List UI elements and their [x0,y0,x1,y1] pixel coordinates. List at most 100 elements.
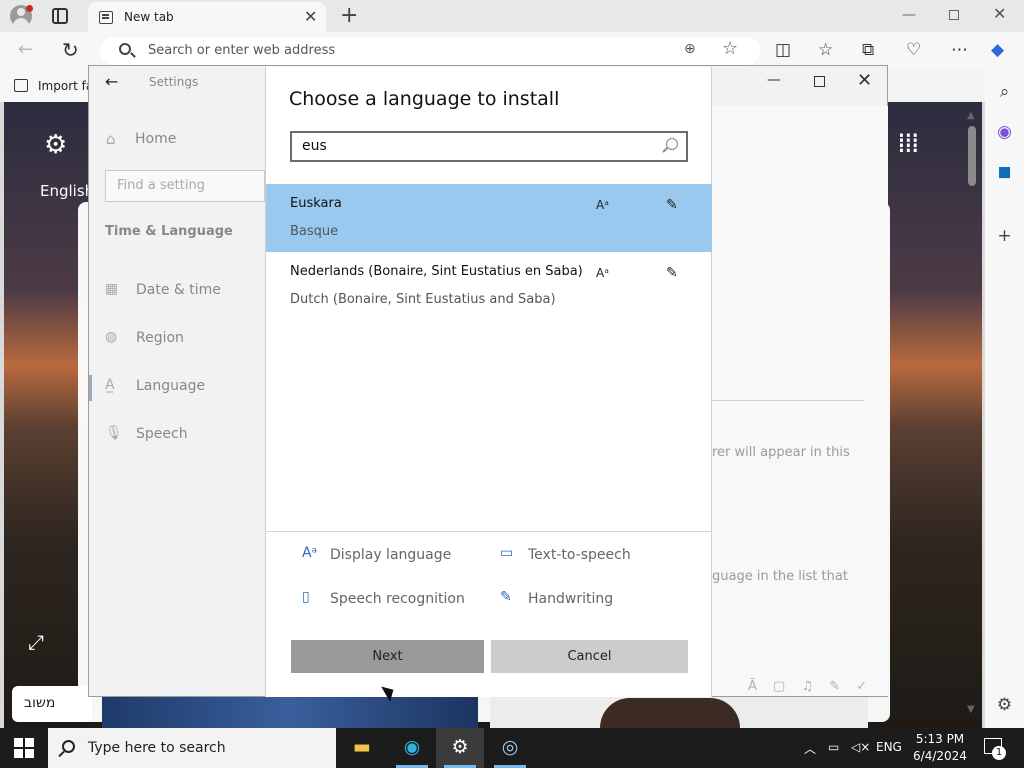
steam-icon: ◎ [501,736,519,758]
window-restore-button[interactable] [949,10,959,20]
notification-count-badge: 1 [992,746,1006,760]
settings-maximize-button[interactable] [814,76,825,87]
split-screen-icon[interactable]: ◫ [775,40,791,60]
language-name: Euskara [290,196,342,211]
taskbar-clock[interactable]: 5:13 PM 6/4/2024 [910,731,970,765]
settings-minimize-button[interactable]: — [767,72,781,88]
volume-muted-icon[interactable]: ◁× [851,740,870,754]
language-english-name: Basque [290,224,339,239]
tab-new-tab[interactable]: New tab ✕ [88,2,326,32]
sidebar-add-icon[interactable]: + [985,226,1024,246]
edge-sidebar: ⌕ ◉ ◼ + ⚙ [985,70,1024,728]
edge-icon: ◉ [403,736,421,758]
settings-nav-pane: ← Settings ⌂ Home Find a setting Time & … [89,66,265,696]
more-menu-icon[interactable]: ⋯ [951,40,968,60]
settings-content-pane: rer will appear in this guage in the lis… [712,106,888,696]
globe-icon: ◍ [105,329,118,345]
nav-item-label: Date & time [136,282,221,298]
feature-label: Handwriting [528,591,614,607]
microphone-icon: ▯ [302,589,310,605]
display-language-icon: Aᵃ [596,266,609,280]
settings-back-arrow-icon[interactable]: ← [105,72,118,91]
page-scrollbar[interactable]: ▲ ▼ [963,110,981,720]
new-tab-plus-icon[interactable]: + [340,3,358,28]
show-hidden-icons-chevron-icon[interactable]: ︿ [804,740,816,757]
language-icon: A̲ [105,377,115,393]
search-icon [666,138,678,150]
taskbar-settings[interactable]: ⚙ [436,728,484,768]
favorite-star-icon[interactable]: ☆ [722,38,738,59]
browser-tab-bar: New tab ✕ + — ✕ [0,0,1024,32]
taskbar-steam[interactable]: ◎ [486,728,534,768]
scroll-up-arrow-icon[interactable]: ▲ [967,110,975,121]
nav-item-region[interactable]: ◍ Region [105,327,265,353]
address-placeholder: Search or enter web address [148,43,336,58]
settings-close-button[interactable]: ✕ [857,70,872,91]
nav-item-speech[interactable]: 🎙︎ Speech [105,423,265,449]
nav-item-date-time[interactable]: ▦ Date & time [105,279,265,305]
feedback-label: משוב [24,695,56,711]
taskbar-file-explorer[interactable]: ▬ [338,728,386,768]
calendar-icon: ▦ [105,281,119,297]
language-name: Nederlands (Bonaire, Sint Eustatius en S… [290,264,583,279]
language-option-nederlands[interactable]: Nederlands (Bonaire, Sint Eustatius en S… [266,252,712,320]
profile-status-dot [26,5,33,12]
input-language-indicator[interactable]: ENG [876,740,902,754]
copilot-icon[interactable]: ◆ [991,40,1004,60]
search-icon [119,43,131,55]
windows-taskbar: Type here to search ▬ ◉ ⚙ ◎ ︿ ▭ ◁× ENG 5… [0,728,1024,768]
choose-language-dialog: Choose a language to install eus Euskara… [265,67,712,697]
collections-icon[interactable]: ⧉ [862,40,874,60]
nav-item-language[interactable]: A̲ Language [105,375,265,401]
cancel-button[interactable]: Cancel [491,640,688,673]
close-tab-icon[interactable]: ✕ [304,7,317,26]
settings-title: Settings [149,75,199,89]
nav-item-label: Language [136,378,206,394]
scroll-thumb[interactable] [968,126,976,186]
address-bar[interactable]: Search or enter web address ⊕ ☆ [100,37,760,65]
favorites-icon[interactable]: ☆ [818,40,833,60]
page-settings-gear-icon[interactable]: ⚙ [44,130,67,160]
taskbar-search-placeholder: Type here to search [88,740,226,756]
expand-icon[interactable]: ⤢ [28,630,44,654]
sidebar-settings-gear-icon[interactable]: ⚙ [985,695,1024,715]
language-feature-icons: Ā ▢ ♫ ✎ ✓ [748,679,874,694]
sidebar-copilot-icon[interactable]: ◉ [985,122,1024,142]
scroll-down-arrow-icon[interactable]: ▼ [967,704,975,715]
taskbar-search-box[interactable]: Type here to search [48,728,336,768]
search-icon [62,740,75,753]
handwriting-icon: ✎ [666,197,678,213]
tab-title: New tab [124,10,174,24]
news-photo-person [600,698,740,728]
find-setting-input[interactable]: Find a setting [105,170,265,202]
window-close-button[interactable]: ✕ [993,4,1006,23]
display-language-icon: Aᵃ [302,545,318,561]
settings-gear-icon: ⚙ [451,736,469,758]
feature-label: Text-to-speech [528,547,631,563]
import-favorites-link[interactable]: Import fa [38,79,93,93]
performance-icon[interactable]: ♡ [906,40,921,60]
page-language-label: English [40,182,95,200]
feedback-button[interactable]: משוב [12,686,92,722]
back-arrow-icon[interactable]: ← [18,39,33,60]
next-button[interactable]: Next [291,640,484,673]
display-language-icon: Aᵃ [596,198,609,212]
language-option-euskara[interactable]: Euskara Basque Aᵃ ✎ [266,184,712,252]
start-button[interactable] [14,738,34,758]
nav-item-label: Region [136,330,184,346]
settings-section-title: Time & Language [105,224,233,239]
window-minimize-button[interactable]: — [902,7,916,23]
news-card-image[interactable] [102,694,478,728]
tab-actions-icon[interactable] [52,8,68,24]
taskbar-edge[interactable]: ◉ [388,728,436,768]
language-search-input[interactable]: eus [290,131,688,162]
settings-home-link[interactable]: Home [135,131,176,147]
sidebar-search-icon[interactable]: ⌕ [985,82,1024,102]
text-to-speech-icon: ▭ [500,545,514,561]
sidebar-outlook-icon[interactable]: ◼ [985,162,1024,182]
refresh-icon[interactable]: ↻ [62,38,79,62]
network-icon[interactable]: ▭ [828,740,839,754]
apps-grid-icon[interactable]: ⁞⁞⁞ [897,129,920,157]
home-icon: ⌂ [106,130,116,148]
zoom-icon[interactable]: ⊕ [684,41,696,57]
